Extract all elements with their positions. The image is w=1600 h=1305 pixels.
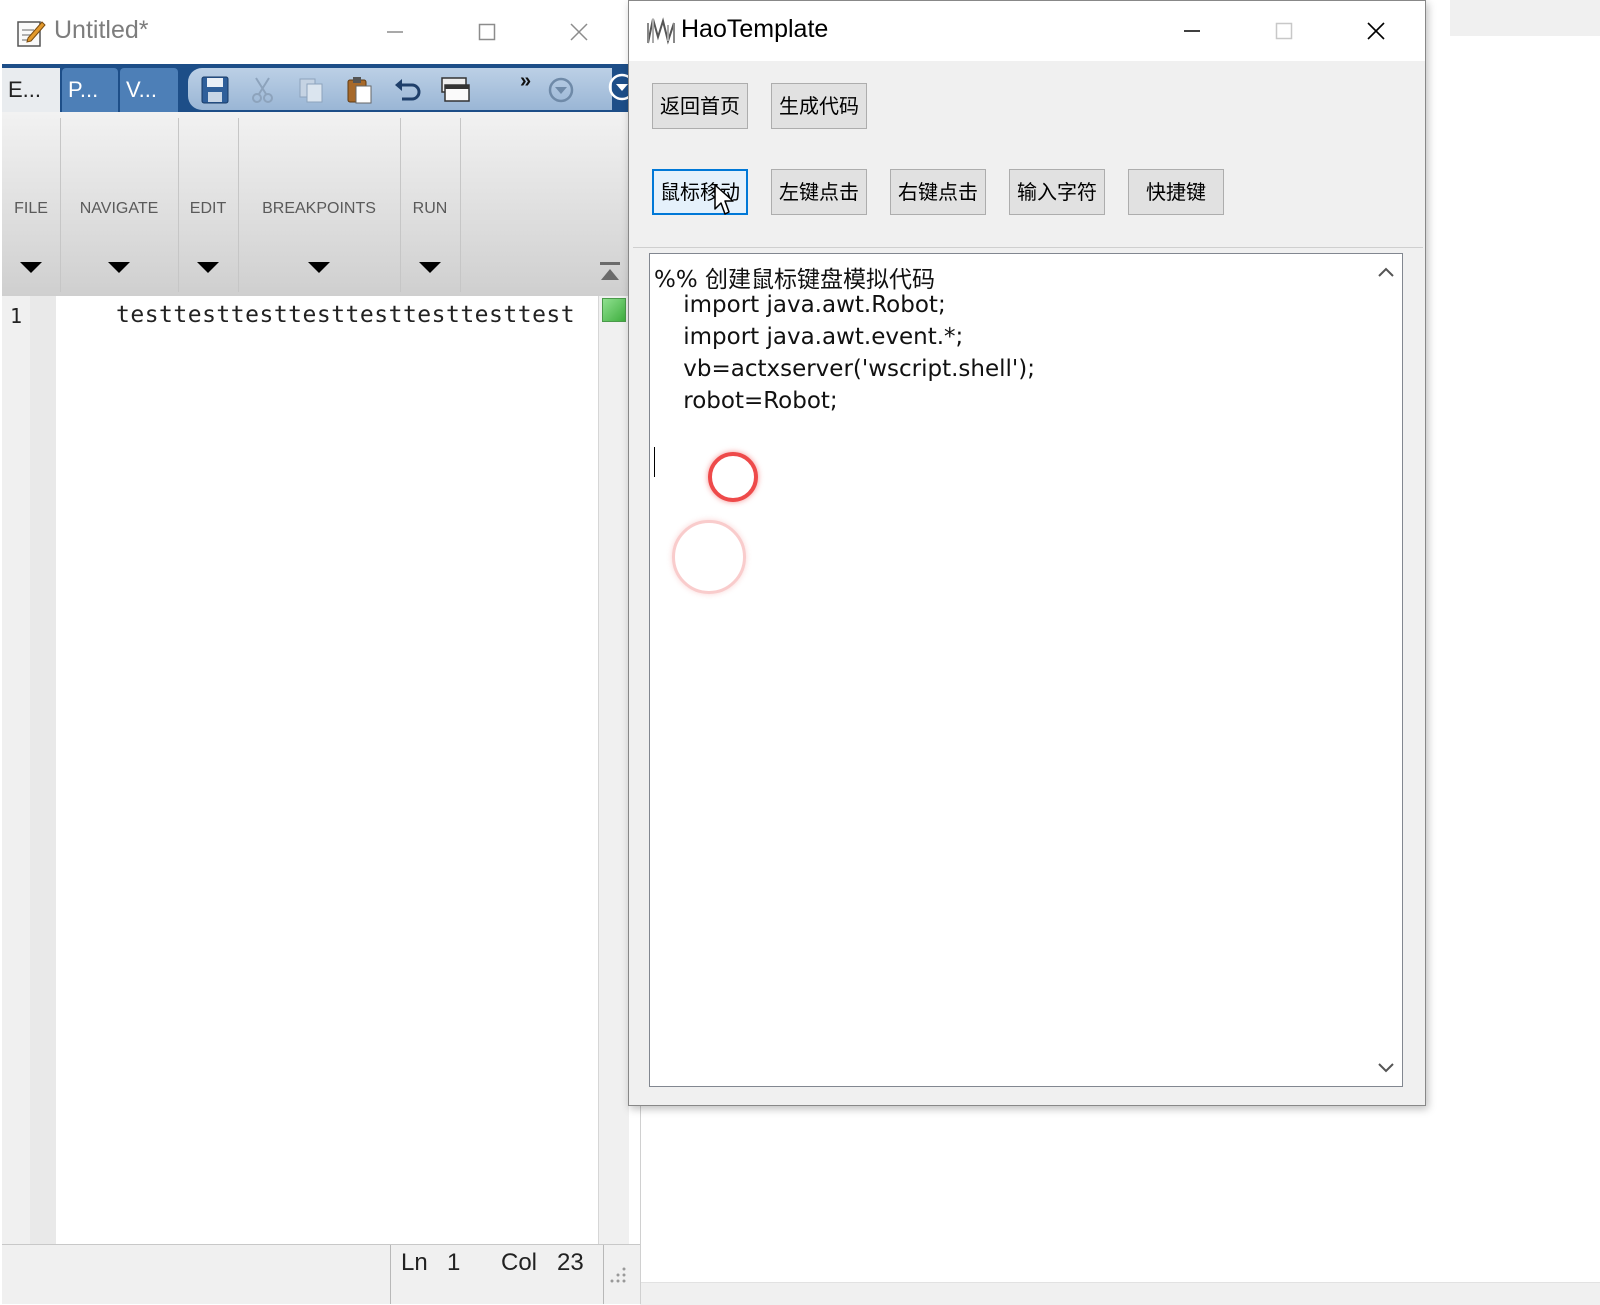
tab-editor[interactable]: E... bbox=[2, 68, 60, 112]
minimize-button[interactable] bbox=[1169, 9, 1215, 53]
tab-publish[interactable]: P... bbox=[62, 68, 118, 112]
windows-icon bbox=[441, 77, 470, 102]
ribbon-group-label: FILE bbox=[14, 200, 48, 217]
paste-icon bbox=[347, 77, 372, 104]
code-line: import java.awt.Robot; bbox=[654, 292, 946, 318]
scissors-icon bbox=[252, 77, 273, 103]
save-icon bbox=[201, 76, 229, 104]
ribbon-group-breakpoints[interactable]: BREAKPOINTS bbox=[238, 118, 401, 292]
message-bar bbox=[598, 296, 629, 1246]
ribbon-group-label: EDIT bbox=[189, 200, 227, 217]
editor-window: Untitled* E... P... V... » FILE NAVIGATE… bbox=[0, 0, 641, 1304]
cut-button[interactable] bbox=[246, 74, 280, 106]
text-caret bbox=[654, 447, 655, 477]
status-bar: Ln 1 Col 23 bbox=[2, 1244, 640, 1304]
copy-button[interactable] bbox=[294, 74, 328, 106]
ln-value: 1 bbox=[447, 1249, 461, 1276]
triangle-down-icon bbox=[419, 262, 441, 273]
col-label: Col bbox=[501, 1249, 538, 1276]
code-output-textarea[interactable]: %% 创建鼠标键盘模拟代码 import java.awt.Robot; imp… bbox=[649, 253, 1403, 1087]
shortcut-key-button[interactable]: 快捷键 bbox=[1128, 169, 1224, 215]
triangle-down-icon bbox=[20, 262, 42, 273]
editor-title: Untitled* bbox=[54, 16, 149, 44]
ribbon-group-label: BREAKPOINTS bbox=[262, 200, 376, 217]
minimize-button[interactable] bbox=[372, 10, 418, 54]
line-number-gutter bbox=[2, 296, 30, 1246]
toolbar-overflow-chevron[interactable]: » bbox=[520, 70, 531, 93]
click-indicator-ring bbox=[708, 452, 758, 502]
chevron-up-icon bbox=[1378, 267, 1394, 277]
maximize-icon bbox=[478, 23, 496, 41]
desktop-background bbox=[1450, 0, 1600, 36]
maximize-button bbox=[1261, 9, 1307, 53]
undo-icon bbox=[395, 79, 421, 101]
dropdown-circle-icon bbox=[548, 77, 574, 103]
tab-view[interactable]: V... bbox=[120, 68, 178, 112]
window-switch-button[interactable] bbox=[438, 74, 472, 106]
notepad-pencil-icon bbox=[17, 21, 46, 47]
matlab-app-icon bbox=[647, 17, 675, 45]
code-line: import java.awt.event.*; bbox=[654, 324, 964, 350]
toolbar-options-button[interactable] bbox=[544, 74, 578, 106]
haotemplate-title: HaoTemplate bbox=[681, 15, 829, 43]
click-indicator-ring-fading bbox=[672, 520, 746, 594]
triangle-down-icon bbox=[308, 262, 330, 273]
ribbon-group-file[interactable]: FILE bbox=[2, 118, 61, 292]
ln-label: Ln bbox=[401, 1249, 428, 1276]
ribbon-group-label: RUN bbox=[412, 200, 448, 217]
paste-button[interactable] bbox=[342, 74, 376, 106]
col-value: 23 bbox=[557, 1249, 584, 1276]
ribbon-group-label: NAVIGATE bbox=[79, 200, 159, 217]
minimize-icon bbox=[1184, 30, 1200, 32]
close-button[interactable] bbox=[1353, 9, 1399, 53]
resize-grip-icon[interactable] bbox=[606, 1263, 628, 1285]
divider bbox=[633, 247, 1423, 248]
ribbon-tab-bar: E... P... V... » bbox=[2, 64, 640, 112]
triangle-down-icon bbox=[197, 262, 219, 273]
generate-code-button[interactable]: 生成代码 bbox=[771, 83, 867, 129]
mouse-pointer-icon bbox=[714, 184, 734, 215]
close-button[interactable] bbox=[556, 10, 602, 54]
back-home-button[interactable]: 返回首页 bbox=[652, 83, 748, 129]
left-click-button[interactable]: 左键点击 bbox=[771, 169, 867, 215]
scroll-down-button[interactable] bbox=[1370, 1052, 1402, 1084]
code-line: robot=Robot; bbox=[654, 388, 838, 414]
copy-icon bbox=[299, 78, 323, 103]
haotemplate-window: HaoTemplate 返回首页 生成代码 鼠标移动 左键点击 右键点击 输入字… bbox=[628, 0, 1426, 1106]
ribbon-group-edit[interactable]: EDIT bbox=[178, 118, 239, 292]
haotemplate-titlebar[interactable]: HaoTemplate bbox=[629, 1, 1425, 61]
input-text-button[interactable]: 输入字符 bbox=[1009, 169, 1105, 215]
code-line: vb=actxserver('wscript.shell'); bbox=[654, 356, 1035, 382]
save-button[interactable] bbox=[198, 74, 232, 106]
chevron-down-icon bbox=[1378, 1063, 1394, 1073]
ribbon-group-navigate[interactable]: NAVIGATE bbox=[60, 118, 179, 292]
editor-titlebar[interactable]: Untitled* bbox=[0, 0, 640, 64]
scroll-up-button[interactable] bbox=[1370, 256, 1402, 288]
code-folding-gutter bbox=[30, 296, 56, 1246]
code-comment-line: %% 创建鼠标键盘模拟代码 bbox=[654, 267, 936, 293]
code-editor[interactable]: 1 testtesttesttesttesttesttesttest bbox=[2, 296, 640, 1266]
code-line[interactable]: testtesttesttesttesttesttesttest bbox=[116, 302, 575, 328]
close-icon bbox=[570, 23, 588, 41]
vertical-scrollbar[interactable] bbox=[1370, 254, 1402, 1086]
maximize-icon bbox=[1275, 22, 1293, 40]
triangle-down-icon bbox=[108, 262, 130, 273]
minimize-icon bbox=[387, 31, 403, 33]
desktop-taskbar-edge bbox=[640, 1282, 1600, 1305]
code-analyzer-status-icon[interactable] bbox=[602, 298, 626, 322]
maximize-button[interactable] bbox=[464, 10, 510, 54]
right-click-button[interactable]: 右键点击 bbox=[890, 169, 986, 215]
ribbon-group-run[interactable]: RUN bbox=[400, 118, 461, 292]
editor-ribbon: FILE NAVIGATE EDIT BREAKPOINTS RUN bbox=[2, 112, 640, 297]
close-icon bbox=[1367, 22, 1385, 40]
undo-button[interactable] bbox=[390, 74, 424, 106]
line-number: 1 bbox=[10, 304, 23, 328]
quick-access-toolbar: » bbox=[188, 68, 612, 110]
cursor-position: Ln 1 Col 23 bbox=[390, 1245, 604, 1304]
collapse-ribbon-icon[interactable] bbox=[598, 260, 622, 284]
